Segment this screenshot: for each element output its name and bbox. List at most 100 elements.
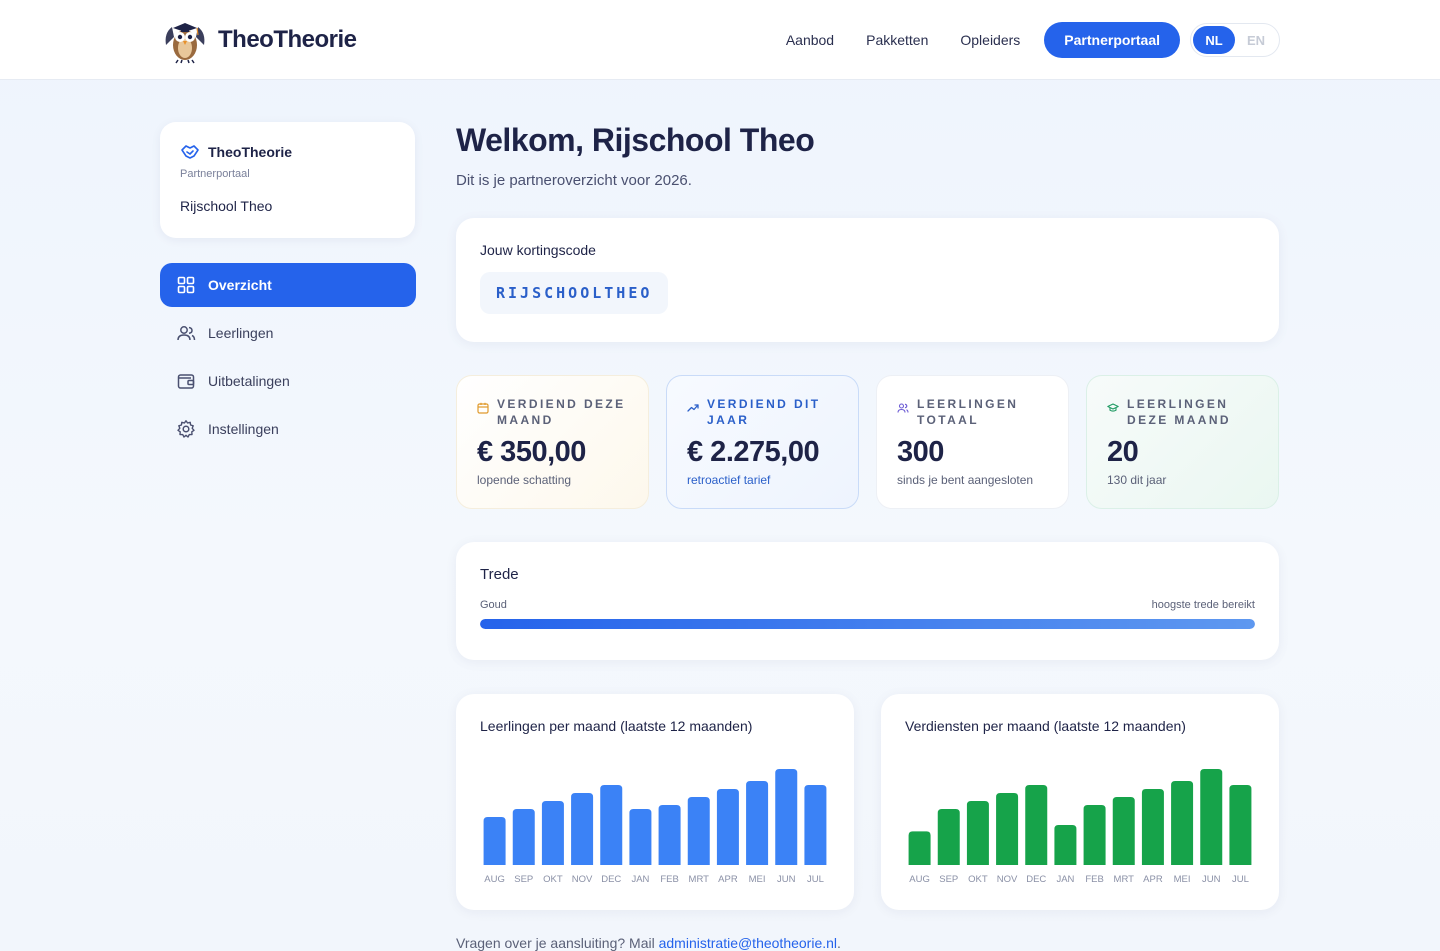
stat-note: sinds je bent aangesloten [897,473,1034,487]
x-tick-label: NOV [572,874,593,885]
sidebar-item-label: Leerlingen [208,325,274,341]
trend-up-icon [687,404,699,412]
owl-logo-icon [165,23,205,64]
sidebar-item-overzicht[interactable]: Overzicht [160,263,416,307]
bar-sep [937,809,960,865]
sidebar-item-instellingen[interactable]: Instellingen [160,407,416,451]
x-tick-label: JAN [631,874,649,885]
tier-card: Trede Goud hoogste trede bereikt [456,542,1279,660]
bar-nov [996,793,1019,865]
top-navigation-bar: TheoTheorie Aanbod Pakketten Opleiders P… [0,0,1440,80]
stat-value: € 350,00 [477,436,586,468]
account-subtitle: Partnerportaal [180,168,250,180]
bar-nov [571,793,594,865]
x-tick-label: APR [1143,874,1163,885]
page-subtitle: Dit is je partneroverzicht voor 2026. [456,172,692,189]
x-tick-label: JUN [777,874,796,885]
users-icon [897,403,909,413]
x-tick-label: AUG [484,874,505,885]
x-tick-label: JUL [807,874,824,885]
partnerportaal-button[interactable]: Partnerportaal [1044,22,1180,58]
sidebar-item-leerlingen[interactable]: Leerlingen [160,311,416,355]
chart-title: Leerlingen per maand (laatste 12 maanden… [480,718,753,734]
x-tick-label: SEP [939,874,958,885]
x-tick-label: MRT [1114,874,1135,885]
brand-logo-link[interactable]: TheoTheorie [160,14,357,66]
bar-dec [600,785,623,865]
bar-sep [512,809,535,865]
x-tick-label: JUN [1202,874,1221,885]
sidebar-menu: Overzicht Leerlingen Uitbetalingen Inste… [160,263,416,455]
footer-text: Vragen over je aansluiting? Mail [456,935,659,951]
x-tick-label: JUL [1232,874,1249,885]
handshake-icon [181,145,199,159]
bar-aug [483,817,506,865]
bar-mrt [1112,797,1135,865]
stat-label: Verdiend dit jaar [707,397,821,427]
account-brand: TheoTheorie [208,144,293,160]
bar-aug [908,831,931,865]
brand-name: TheoTheorie [218,26,357,53]
bar-jun [1200,769,1223,865]
x-tick-label: MEI [749,874,766,885]
calendar-icon [477,402,489,414]
chart-title: Verdiensten per maand (laatste 12 maande… [905,718,1186,734]
sidebar-item-uitbetalingen[interactable]: Uitbetalingen [160,359,416,403]
stat-card-students-total: Leerlingen totaal 300 sinds je bent aang… [876,375,1069,509]
bar-okt [966,801,989,865]
bar-mei [1171,781,1194,865]
x-tick-label: OKT [968,874,988,885]
bar-dec [1025,785,1048,865]
sidebar-item-label: Overzicht [208,277,272,293]
gear-icon [176,419,196,439]
bar-jan [1054,825,1077,865]
nav-link-opleiders[interactable]: Opleiders [960,32,1020,48]
stat-note: 130 dit jaar [1107,473,1167,487]
x-tick-label: DEC [1026,874,1046,885]
x-tick-label: APR [718,874,738,885]
bar-feb [658,805,681,865]
x-tick-label: FEB [1085,874,1103,885]
bar-jul [1229,785,1252,865]
x-tick-label: MRT [689,874,710,885]
earnings-per-month-chart-card: Verdiensten per maand (laatste 12 maande… [881,694,1279,910]
nav-link-pakketten[interactable]: Pakketten [866,32,928,48]
stat-card-students-month: Leerlingen deze maand 20 130 dit jaar [1086,375,1279,509]
sidebar-item-label: Uitbetalingen [208,373,290,389]
nav-link-aanbod[interactable]: Aanbod [786,32,834,48]
graduation-cap-icon [1107,403,1119,412]
x-tick-label: JAN [1056,874,1074,885]
users-icon [176,323,196,343]
footer-email-link[interactable]: administratie@theotheorie.nl [659,935,837,951]
footer-contact: Vragen over je aansluiting? Mail adminis… [456,935,841,951]
footer-end: . [837,935,841,951]
bar-apr [716,789,739,865]
discount-code-value[interactable]: RIJSCHOOLTHEO [480,272,669,314]
account-card: TheoTheorie Partnerportaal Rijschool The… [160,122,415,238]
x-tick-label: DEC [601,874,621,885]
stat-card-earned-year: Verdiend dit jaar € 2.275,00 retroactief… [666,375,859,509]
earnings-bar-chart: AUG SEP OKT NOV DEC JAN FEB MRT APR MEI JUN JUL [908,769,1252,885]
main-nav: Aanbod Pakketten Opleiders Partnerportaa… [786,22,1280,58]
stat-value: 300 [897,436,944,468]
tier-level: Goud [480,599,507,611]
grid-icon [176,275,196,295]
wallet-icon [176,371,196,391]
bar-jan [629,809,652,865]
bar-apr [1141,789,1164,865]
page-title: Welkom, Rijschool Theo [456,122,815,158]
discount-code-card: Jouw kortingscode RIJSCHOOLTHEO [456,218,1279,342]
x-tick-label: AUG [909,874,930,885]
tier-status: hoogste trede bereikt [1151,599,1255,611]
discount-code-label: Jouw kortingscode [480,242,596,258]
tier-progress-fill [480,619,1255,629]
students-per-month-chart-card: Leerlingen per maand (laatste 12 maanden… [456,694,854,910]
lang-en-button[interactable]: EN [1235,26,1277,54]
lang-nl-button[interactable]: NL [1193,26,1235,54]
bar-jun [775,769,798,865]
x-tick-label: NOV [997,874,1018,885]
x-tick-label: MEI [1174,874,1191,885]
students-bar-chart: AUG SEP OKT NOV DEC JAN FEB MRT APR MEI JUN JUL [483,769,827,885]
stat-card-earned-month: Verdiend deze maand € 350,00 lopende sch… [456,375,649,509]
sidebar-item-label: Instellingen [208,421,279,437]
